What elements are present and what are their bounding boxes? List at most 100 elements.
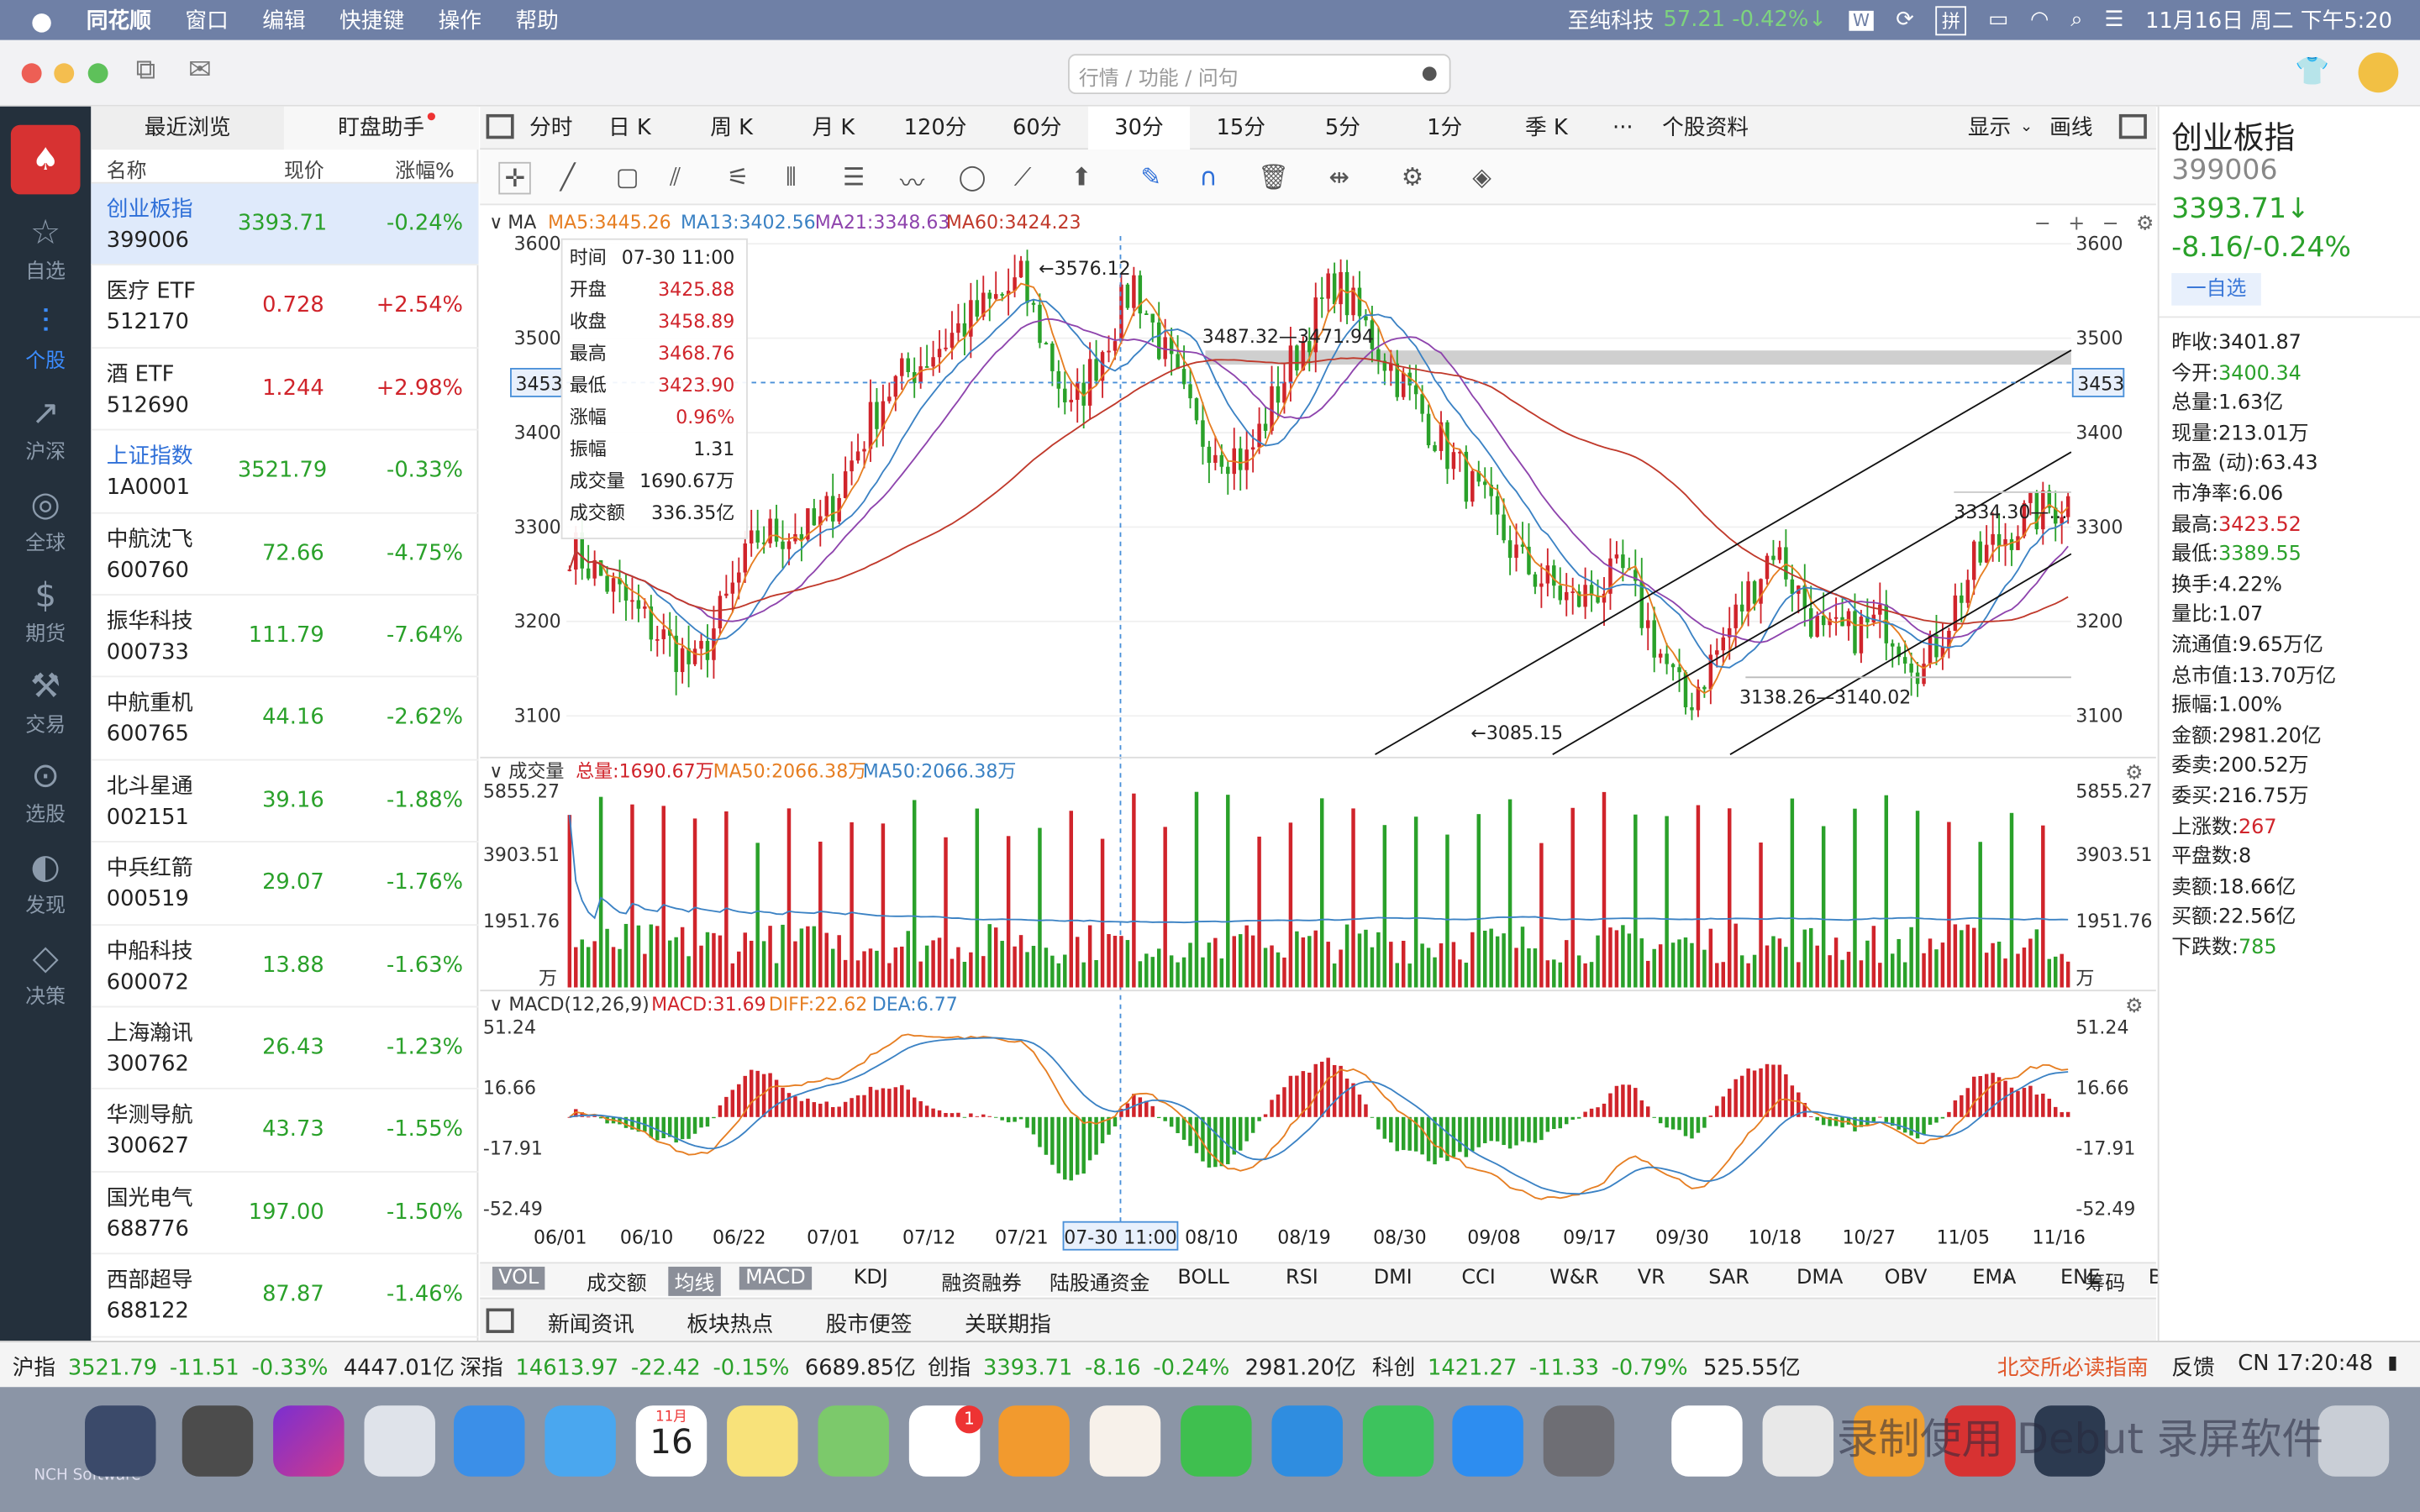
col-name[interactable]: 名称: [107, 155, 147, 184]
skin-icon[interactable]: 👕: [2295, 55, 2329, 88]
bottom-tab[interactable]: 新闻资讯: [548, 1309, 634, 1340]
wps-app-icon[interactable]: [1671, 1405, 1743, 1477]
indicator-tab[interactable]: OBV: [1878, 1267, 1933, 1290]
apple-icon[interactable]: ●: [31, 5, 53, 34]
indicator-tab[interactable]: 融资融券: [935, 1267, 1028, 1296]
index-ticker[interactable]: 深指 14613.97 -22.42 -0.15% 6689.85亿: [460, 1352, 916, 1383]
indicator-tab[interactable]: SAR: [1702, 1267, 1755, 1290]
safari-icon[interactable]: [454, 1405, 525, 1477]
tab-recent[interactable]: 最近浏览: [91, 106, 284, 150]
gear-icon[interactable]: ⚙: [2125, 994, 2143, 1017]
draw-line-button[interactable]: 画线: [2045, 107, 2097, 150]
feedback-button[interactable]: 反馈: [2171, 1352, 2214, 1383]
indicator-tab[interactable]: CCI: [1455, 1267, 1502, 1290]
cycle-tool-icon[interactable]: ◯: [959, 162, 986, 192]
calendar-icon[interactable]: 11月 16: [635, 1405, 708, 1477]
move-tool-icon[interactable]: ✛: [498, 161, 532, 195]
text-tool-icon[interactable]: ☰: [843, 162, 865, 192]
index-ticker[interactable]: 科创 1421.27 -11.33 -0.79% 525.55亿: [1372, 1352, 1801, 1383]
indicator-tab[interactable]: EMA: [1966, 1267, 2023, 1290]
watchlist-row[interactable]: 医疗 ETF 512170 0.728 +2.54%: [91, 266, 479, 349]
panel-control-icon[interactable]: −: [2034, 212, 2051, 235]
avatar[interactable]: [2358, 52, 2399, 93]
indicator-tab[interactable]: BOLL: [1171, 1267, 1235, 1290]
period-tab[interactable]: 月 K: [782, 107, 884, 150]
panel-control-icon[interactable]: −: [2102, 212, 2119, 235]
indicator-tab[interactable]: RSI: [1280, 1267, 1324, 1290]
pages-icon[interactable]: [998, 1405, 1070, 1477]
add-watch-button[interactable]: 一自选: [2171, 273, 2261, 306]
ma-legend-toggle[interactable]: ∨: [489, 213, 502, 234]
tab-monitor[interactable]: 盯盘助手: [283, 106, 479, 150]
period-tab[interactable]: 个股资料: [1649, 107, 1763, 150]
rect-tool-icon[interactable]: ▢: [616, 162, 639, 192]
bottom-tab[interactable]: 股市便签: [826, 1309, 913, 1340]
menu-help[interactable]: 帮助: [515, 5, 558, 36]
magnet-tool-icon[interactable]: ∩: [1199, 162, 1218, 192]
notice-link[interactable]: 北交所必读指南: [1997, 1352, 2149, 1383]
layout-icon[interactable]: [486, 113, 514, 139]
wifi-icon[interactable]: ◠: [2030, 8, 2049, 32]
mail-icon[interactable]: ✉: [188, 54, 212, 87]
mail-app-icon[interactable]: [544, 1405, 616, 1477]
indicator-tab[interactable]: 成交额: [581, 1267, 653, 1296]
sidebar-item-futures[interactable]: $ 期货: [0, 577, 91, 647]
indicator-tab[interactable]: KDJ: [847, 1267, 894, 1290]
indicator-tab[interactable]: VR: [1631, 1267, 1671, 1290]
gann-tool-icon[interactable]: ⟋: [1014, 162, 1032, 193]
zoom-button[interactable]: [87, 63, 108, 84]
indicator-tab[interactable]: DMA: [1791, 1267, 1849, 1290]
chips-button[interactable]: 筹码: [2085, 1267, 2125, 1296]
col-price[interactable]: 现价: [284, 155, 324, 184]
sidebar-item-global[interactable]: ◎ 全球: [0, 486, 91, 556]
bottom-tab[interactable]: 关联期指: [965, 1309, 1051, 1340]
siri-icon[interactable]: [273, 1405, 345, 1477]
sidebar-item-decision[interactable]: ◇ 决策: [0, 940, 91, 1010]
chart-canvas[interactable]: ∨ MA MA5:3445.26 MA13:3402.56 MA21:3348.63MA…: [480, 205, 2156, 1341]
ticker-name[interactable]: 至纯科技: [1568, 5, 1655, 36]
bars-tool-icon[interactable]: ⦀: [786, 162, 797, 193]
datetime[interactable]: 11月16日 周二 下午5:20: [2145, 5, 2392, 36]
sidebar-item-watchlist[interactable]: ☆ 自选: [0, 214, 91, 284]
indicator-tab[interactable]: 陆股通资金: [1044, 1267, 1156, 1296]
period-tab[interactable]: 60分: [986, 107, 1088, 150]
search-input[interactable]: 行情 / 功能 / 问句: [1068, 54, 1451, 95]
menu-edit[interactable]: 编辑: [262, 5, 305, 36]
photos-icon[interactable]: [1089, 1405, 1161, 1477]
appstore-icon[interactable]: [1452, 1405, 1523, 1477]
chevron-down-icon[interactable]: ⌄: [2018, 107, 2036, 150]
gear-icon[interactable]: ⚙: [2136, 212, 2154, 235]
watchlist-row[interactable]: 中船科技 600072 13.88 -1.63%: [91, 925, 479, 1008]
sync-icon[interactable]: ⟳: [1896, 8, 1914, 32]
sidebar-item-picker[interactable]: ⊙ 选股: [0, 758, 91, 827]
trash-dock-icon[interactable]: [2317, 1405, 2390, 1477]
nch-app-icon[interactable]: [85, 1405, 156, 1477]
screenshot-icon[interactable]: [182, 1405, 254, 1477]
maps-icon[interactable]: [818, 1405, 889, 1477]
watchlist-row[interactable]: 上证指数 1A0001 3521.79 -0.33%: [91, 431, 479, 513]
index-ticker[interactable]: 沪指 3521.79 -11.51 -0.33% 4447.01亿: [13, 1352, 455, 1383]
ime-indicator[interactable]: 拼: [1935, 5, 1967, 35]
wave-tool-icon[interactable]: 〰: [900, 162, 924, 199]
bottom-panel-icon[interactable]: [486, 1308, 514, 1333]
period-tab[interactable]: ···: [1597, 107, 1649, 150]
keynote-icon[interactable]: [1271, 1405, 1343, 1477]
launchpad-icon[interactable]: [364, 1405, 435, 1477]
chrome-icon[interactable]: [1762, 1405, 1834, 1477]
period-tab[interactable]: 15分: [1190, 107, 1292, 150]
trash-icon[interactable]: 🗑: [1258, 162, 1289, 192]
line-tool-icon[interactable]: ╱: [560, 162, 576, 192]
panel-control-icon[interactable]: +: [2068, 212, 2085, 235]
gear-icon[interactable]: ⚙: [2125, 761, 2143, 785]
menu-window[interactable]: 窗口: [185, 5, 228, 36]
pen-tool-icon[interactable]: ✎: [1140, 162, 1161, 192]
watchlist-row[interactable]: 振华科技 000733 111.79 -7.64%: [91, 596, 479, 679]
wps-icon[interactable]: W: [1848, 9, 1875, 30]
search-icon[interactable]: ⌕: [2070, 8, 2082, 32]
watchlist-row[interactable]: 华测导航 300627 43.73 -1.55%: [91, 1089, 479, 1173]
indicator-tab[interactable]: W&R: [1544, 1267, 1606, 1290]
watchlist-row[interactable]: 酒 ETF 512690 1.244 +2.98%: [91, 349, 479, 431]
period-tab[interactable]: 日 K: [579, 107, 681, 150]
gear-icon[interactable]: ⚙: [1402, 162, 1423, 192]
indicator-tab[interactable]: 均线: [668, 1266, 721, 1296]
